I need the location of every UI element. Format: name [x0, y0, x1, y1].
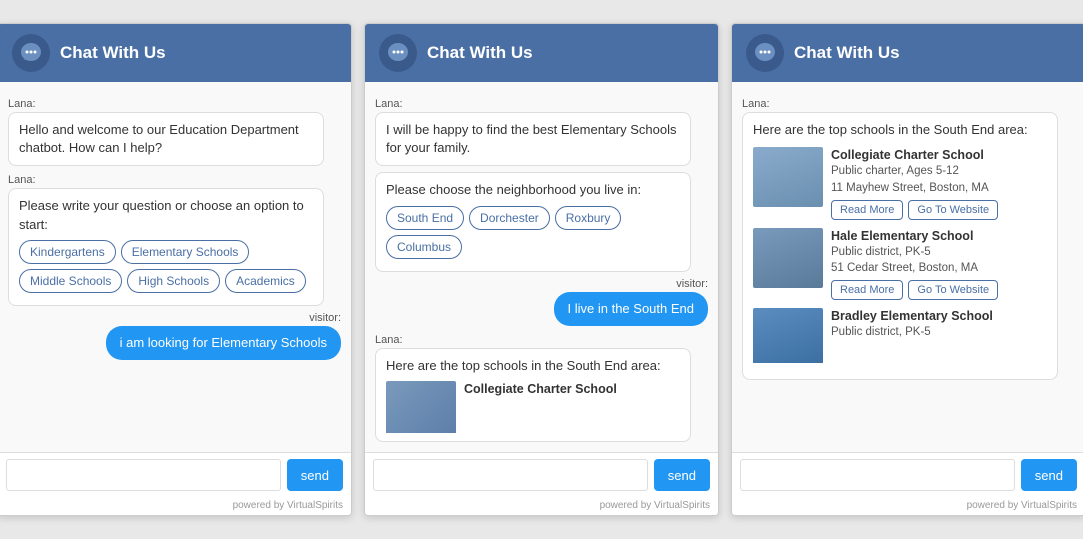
school-name-2: Hale Elementary School — [831, 228, 1047, 244]
school-img-3 — [753, 308, 823, 363]
chat-header-1: Chat With Us — [0, 24, 351, 82]
go-to-website-2[interactable]: Go To Website — [908, 280, 998, 300]
partial-school-card: Collegiate Charter School — [386, 381, 680, 433]
read-more-1[interactable]: Read More — [831, 200, 903, 220]
lana-label-1a: Lana: — [8, 98, 341, 110]
chat-footer-3: send — [732, 452, 1083, 497]
lana-label-1b: Lana: — [8, 174, 341, 186]
chat-body-3: Lana: Here are the top schools in the So… — [732, 82, 1083, 452]
school-address-2: 51 Cedar Street, Boston, MA — [831, 260, 1047, 276]
option-dorchester[interactable]: Dorchester — [469, 206, 550, 230]
bot-msg-1a: Hello and welcome to our Education Depar… — [8, 112, 324, 166]
chat-body-1: Lana: Hello and welcome to our Education… — [0, 82, 351, 452]
send-button-2[interactable]: send — [654, 459, 710, 491]
school-name-partial: Collegiate Charter School — [464, 381, 680, 397]
option-high[interactable]: High Schools — [127, 269, 220, 293]
chat-footer-2: send — [365, 452, 718, 497]
chat-body-2: Lana: I will be happy to find the best E… — [365, 82, 718, 452]
lana-label-2a: Lana: — [375, 98, 708, 110]
chat-widget-2: Chat With Us Lana: I will be happy to fi… — [364, 23, 719, 516]
bot-msg-2a: I will be happy to find the best Element… — [375, 112, 691, 166]
bot-msg-1b: Please write your question or choose an … — [8, 188, 324, 305]
chat-header-3: Chat With Us — [732, 24, 1083, 82]
school-actions-1: Read More Go To Website — [831, 200, 1047, 220]
option-academics[interactable]: Academics — [225, 269, 306, 293]
powered-by-2: powered by VirtualSpirits — [365, 497, 718, 515]
school-info-2: Hale Elementary School Public district, … — [831, 228, 1047, 300]
lana-label-2b: Lana: — [375, 334, 708, 346]
chat-title-2: Chat With Us — [427, 43, 533, 63]
chat-input-2[interactable] — [373, 459, 648, 491]
chat-widget-1: Chat With Us Lana: Hello and welcome to … — [0, 23, 352, 516]
school-img-1 — [753, 147, 823, 207]
option-south-end[interactable]: South End — [386, 206, 464, 230]
school-img-partial — [386, 381, 456, 433]
school-info-partial: Collegiate Charter School — [464, 381, 680, 397]
option-buttons-1: Kindergartens Elementary Schools Middle … — [19, 240, 313, 293]
neighborhood-options: South End Dorchester Roxbury Columbus — [386, 206, 680, 259]
bot-msg-3: Here are the top schools in the South En… — [742, 112, 1058, 380]
lana-label-3: Lana: — [742, 98, 1075, 110]
option-elementary[interactable]: Elementary Schools — [121, 240, 250, 264]
chat-icon-1 — [12, 34, 50, 72]
school-name-3: Bradley Elementary School — [831, 308, 1047, 324]
visitor-bubble-2: I live in the South End — [554, 292, 708, 326]
option-kindergartens[interactable]: Kindergartens — [19, 240, 116, 264]
school-type-1: Public charter, Ages 5-12 — [831, 163, 1047, 179]
school-info-3: Bradley Elementary School Public distric… — [831, 308, 1047, 340]
school-type-2: Public district, PK-5 — [831, 244, 1047, 260]
chat-icon-2 — [379, 34, 417, 72]
chat-icon-3 — [746, 34, 784, 72]
school-card-1: Collegiate Charter School Public charter… — [753, 147, 1047, 219]
chat-title-1: Chat With Us — [60, 43, 166, 63]
chat-widget-3: Chat With Us Lana: Here are the top scho… — [731, 23, 1083, 516]
bot-msg-2b: Please choose the neighborhood you live … — [375, 172, 691, 271]
school-actions-2: Read More Go To Website — [831, 280, 1047, 300]
school-address-1: 11 Mayhew Street, Boston, MA — [831, 180, 1047, 196]
option-columbus[interactable]: Columbus — [386, 235, 462, 259]
school-card-2: Hale Elementary School Public district, … — [753, 228, 1047, 300]
chat-input-1[interactable] — [6, 459, 281, 491]
chat-input-3[interactable] — [740, 459, 1015, 491]
send-button-1[interactable]: send — [287, 459, 343, 491]
go-to-website-1[interactable]: Go To Website — [908, 200, 998, 220]
school-type-3: Public district, PK-5 — [831, 324, 1047, 340]
school-info-1: Collegiate Charter School Public charter… — [831, 147, 1047, 219]
chat-title-3: Chat With Us — [794, 43, 900, 63]
chat-footer-1: send — [0, 452, 351, 497]
option-middle[interactable]: Middle Schools — [19, 269, 122, 293]
powered-by-1: powered by VirtualSpirits — [0, 497, 351, 515]
visitor-row-1: visitor: i am looking for Elementary Sch… — [8, 312, 341, 360]
visitor-label-1: visitor: — [309, 312, 341, 324]
school-card-3: Bradley Elementary School Public distric… — [753, 308, 1047, 363]
visitor-label-2: visitor: — [676, 278, 708, 290]
school-name-1: Collegiate Charter School — [831, 147, 1047, 163]
visitor-bubble-1: i am looking for Elementary Schools — [106, 326, 341, 360]
option-roxbury[interactable]: Roxbury — [555, 206, 622, 230]
visitor-row-2: visitor: I live in the South End — [375, 278, 708, 326]
chat-header-2: Chat With Us — [365, 24, 718, 82]
send-button-3[interactable]: send — [1021, 459, 1077, 491]
read-more-2[interactable]: Read More — [831, 280, 903, 300]
powered-by-3: powered by VirtualSpirits — [732, 497, 1083, 515]
school-img-2 — [753, 228, 823, 288]
bot-msg-2c: Here are the top schools in the South En… — [375, 348, 691, 442]
